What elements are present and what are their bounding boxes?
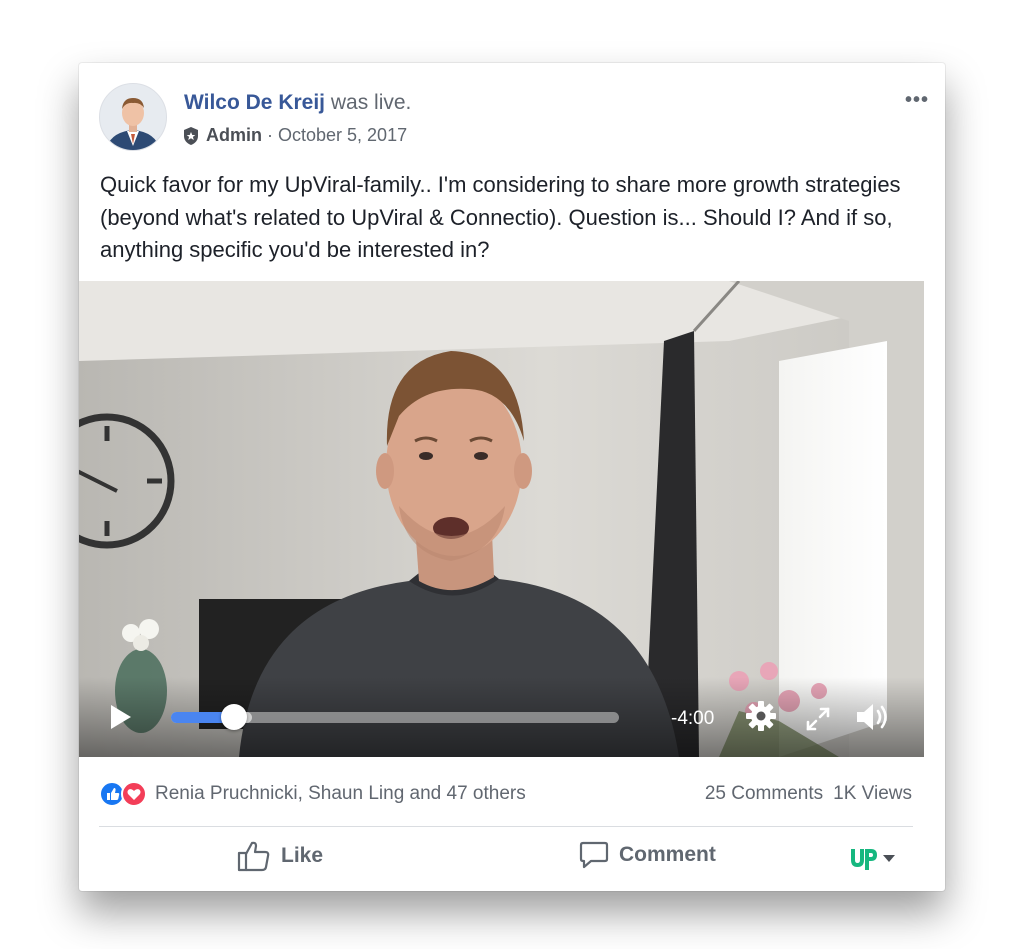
comment-label: Comment	[619, 843, 716, 866]
post-stats: 25 Comments 1K Views	[705, 783, 912, 805]
upviral-share-menu[interactable]	[849, 846, 896, 870]
post-text: Quick favor for my UpViral-family.. I'm …	[100, 172, 901, 262]
progress-handle[interactable]	[220, 704, 247, 730]
comment-bubble-icon	[579, 841, 609, 869]
fullscreen-icon[interactable]	[804, 705, 832, 733]
reactions-summary[interactable]: Renia Pruchnicki, Shaun Ling and 47 othe…	[99, 781, 526, 807]
comment-button[interactable]: Comment	[579, 840, 716, 870]
admin-badge: Admin	[206, 125, 262, 145]
actions-divider	[99, 826, 913, 827]
post-card: Wilco De Kreij was live. Admin · October…	[79, 63, 945, 891]
admin-shield-icon	[184, 126, 198, 145]
more-options-button[interactable]: •••	[905, 89, 929, 112]
reactions-text[interactable]: Renia Pruchnicki, Shaun Ling and 47 othe…	[155, 783, 526, 805]
video-player[interactable]: -4:00	[79, 281, 924, 757]
upviral-logo-icon	[851, 849, 877, 870]
like-button[interactable]: Like	[237, 840, 323, 872]
post-date-link[interactable]: October 5, 2017	[278, 125, 407, 146]
like-label: Like	[281, 844, 324, 867]
volume-icon[interactable]	[855, 701, 891, 733]
avatar-image	[100, 84, 166, 150]
love-reaction-icon	[121, 781, 147, 807]
comments-count-link[interactable]: 25 Comments	[705, 783, 823, 804]
reaction-icons	[99, 781, 147, 807]
chevron-down-icon	[883, 855, 895, 862]
author-name-link[interactable]: Wilco De Kreij	[184, 91, 325, 114]
progress-bar[interactable]	[171, 704, 619, 730]
video-controls: -4:00	[79, 677, 924, 757]
post-meta: Admin · October 5, 2017	[182, 125, 407, 146]
meta-separator: ·	[262, 125, 278, 145]
settings-gear-icon[interactable]	[744, 699, 778, 733]
author-avatar[interactable]	[99, 83, 167, 151]
author-line: Wilco De Kreij was live.	[184, 91, 411, 115]
play-icon[interactable]	[109, 703, 133, 731]
time-remaining: -4:00	[671, 708, 715, 729]
views-count: 1K Views	[833, 783, 912, 804]
thumbs-up-icon	[237, 841, 270, 872]
live-status: was live.	[325, 91, 412, 114]
